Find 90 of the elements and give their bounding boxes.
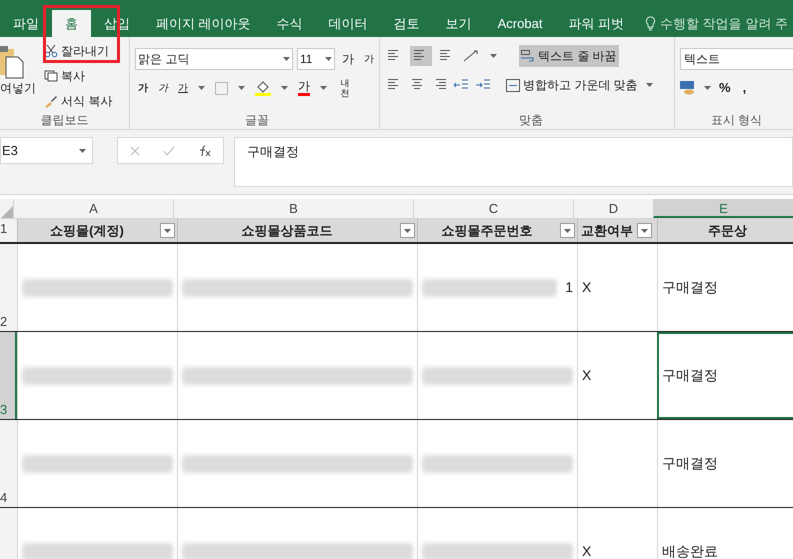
- caret-icon: [283, 57, 290, 61]
- caret-icon: [490, 54, 497, 58]
- ribbon-tab[interactable]: 검토: [380, 10, 433, 37]
- cell-text: X: [582, 542, 592, 559]
- active-cell[interactable]: 구매결정: [657, 332, 793, 419]
- copy-button[interactable]: 복사: [44, 67, 112, 85]
- enter-check-icon[interactable]: [162, 146, 174, 156]
- ribbon-tab[interactable]: Acrobat: [484, 10, 556, 37]
- cell-text: X: [582, 278, 592, 297]
- group-label: 맞춤: [518, 112, 544, 129]
- caret-icon: [646, 83, 653, 87]
- fill-color-icon[interactable]: [255, 80, 271, 96]
- caret-icon: [325, 57, 332, 61]
- cell-text: 구매결정: [662, 454, 718, 473]
- cell-text: 구매결정: [662, 278, 718, 297]
- name-box[interactable]: E3: [0, 137, 93, 164]
- paintbrush-icon: [44, 94, 58, 108]
- column-title: 교환여부: [581, 222, 633, 240]
- wrap-text-icon: [521, 50, 535, 62]
- column-header[interactable]: A: [13, 199, 173, 218]
- middle-align-button[interactable]: [410, 46, 432, 66]
- caret-icon: [320, 86, 327, 90]
- filter-dropdown-button[interactable]: [560, 223, 575, 238]
- ribbon-tab[interactable]: 수식: [264, 10, 316, 37]
- group-label: 글꼴: [244, 112, 270, 129]
- cut-button[interactable]: 잘라내기: [44, 42, 112, 60]
- cell-text: 1: [565, 278, 573, 297]
- caret-icon: [564, 228, 571, 232]
- caret-icon: [704, 86, 711, 90]
- font-name-dropdown[interactable]: 맑은 고딕: [135, 48, 293, 70]
- merge-center-button[interactable]: 병합하고 가운데 맞춤: [506, 76, 638, 94]
- font-color-button[interactable]: 가: [298, 80, 310, 96]
- shrink-font-button[interactable]: 가: [364, 52, 374, 66]
- column-header[interactable]: C: [413, 199, 573, 218]
- currency-icon[interactable]: [680, 80, 696, 95]
- filter-dropdown-button[interactable]: [400, 223, 415, 238]
- increase-indent-icon[interactable]: [476, 79, 490, 91]
- number-format-dropdown[interactable]: 텍스트: [680, 48, 793, 70]
- column-header[interactable]: E: [653, 199, 793, 218]
- ribbon-tab[interactable]: 홈: [52, 10, 91, 37]
- column-title: 쇼핑몰주문번호: [442, 222, 532, 240]
- scissors-icon: [44, 44, 58, 58]
- cell-text: 배송완료: [662, 542, 718, 559]
- copy-icon: [44, 70, 58, 82]
- merge-cells-icon: [506, 78, 520, 92]
- group-label: 클립보드: [40, 112, 90, 129]
- lightbulb-icon: [645, 16, 656, 31]
- row-header[interactable]: 4: [0, 420, 17, 507]
- cell-text: X: [582, 366, 592, 385]
- decrease-indent-icon[interactable]: [454, 79, 468, 91]
- italic-button[interactable]: 가: [158, 80, 168, 96]
- format-painter-button[interactable]: 서식 복사: [44, 92, 112, 110]
- column-title: 쇼핑몰(계정): [50, 222, 124, 240]
- align-icon[interactable]: [410, 79, 424, 91]
- grow-font-button[interactable]: 가: [342, 50, 354, 68]
- underline-button[interactable]: 가: [178, 80, 188, 96]
- row-header[interactable]: 3: [0, 332, 17, 419]
- filter-dropdown-button[interactable]: [637, 223, 652, 238]
- comma-button[interactable]: ,: [738, 78, 750, 98]
- percent-button[interactable]: %: [719, 78, 731, 98]
- caret-icon: [281, 86, 288, 90]
- caret-icon: [238, 86, 245, 90]
- caret-icon: [404, 228, 411, 232]
- group-label: 표시 형식: [710, 112, 764, 129]
- paste-button[interactable]: 여넣기: [0, 79, 36, 97]
- wrap-text-button[interactable]: 텍스트 줄 바꿈: [519, 45, 619, 67]
- caret-icon: [641, 228, 648, 232]
- row-header[interactable]: 2: [0, 244, 17, 331]
- row-header: 1: [0, 219, 17, 242]
- ribbon-tab[interactable]: 파워 피벗: [555, 10, 638, 37]
- function-icon[interactable]: [198, 144, 212, 156]
- caret-icon: [164, 228, 171, 232]
- phonetic-button[interactable]: 내천: [337, 78, 353, 98]
- tell-me-search[interactable]: 수행할 작업을 알려 주: [660, 14, 788, 34]
- bold-button[interactable]: 가: [138, 80, 148, 96]
- caret-icon: [79, 148, 86, 152]
- font-size-dropdown[interactable]: 11: [297, 48, 335, 70]
- column-title: 주문상: [708, 222, 747, 240]
- clipboard-icon[interactable]: [0, 45, 24, 79]
- ribbon-tab[interactable]: 파일: [0, 10, 52, 37]
- column-header[interactable]: B: [173, 199, 413, 218]
- borders-icon[interactable]: [215, 82, 228, 94]
- formula-bar[interactable]: 구매결정: [234, 137, 793, 187]
- column-title: 쇼핑몰상품코드: [242, 222, 332, 240]
- ribbon-tab[interactable]: 페이지 레이아웃: [143, 10, 264, 37]
- caret-icon: [198, 86, 205, 90]
- ribbon-tab[interactable]: 보기: [432, 10, 485, 37]
- cell-text: 구매결정: [662, 366, 718, 385]
- ribbon-tab[interactable]: 데이터: [316, 10, 381, 37]
- filter-dropdown-button[interactable]: [160, 223, 175, 238]
